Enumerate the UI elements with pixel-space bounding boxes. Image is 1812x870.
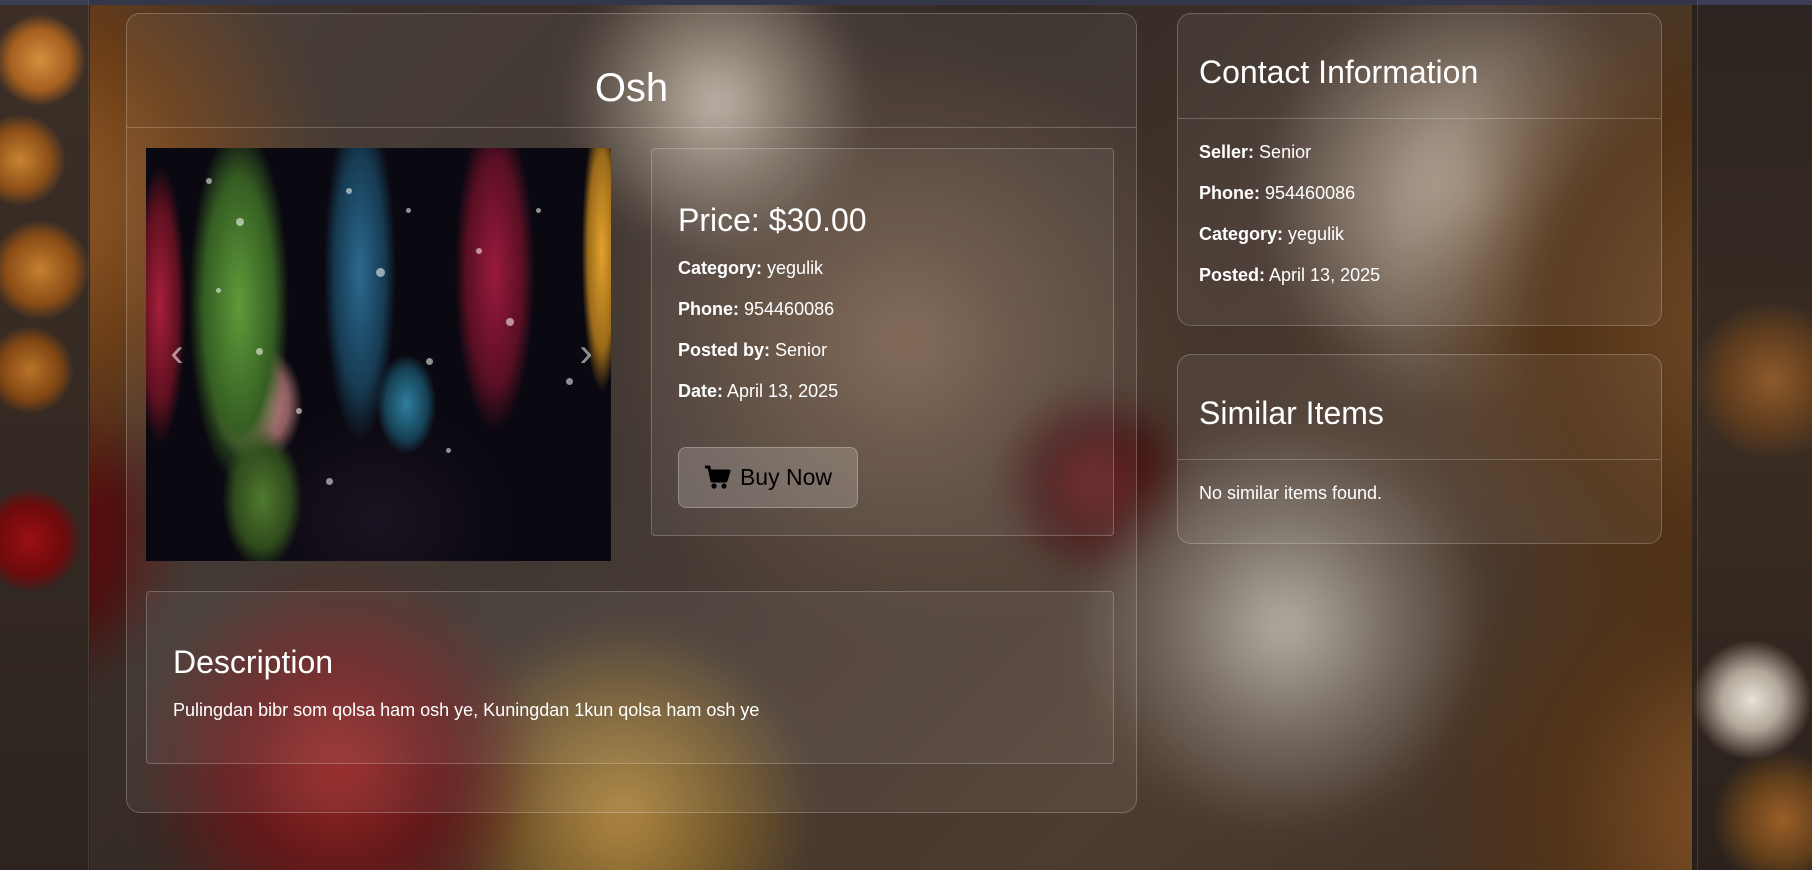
contact-category: Category: yegulik bbox=[1199, 224, 1344, 245]
product-title: Osh bbox=[594, 66, 669, 110]
similar-empty-text: No similar items found. bbox=[1199, 483, 1383, 503]
buy-now-label: Buy Now bbox=[739, 464, 833, 490]
carousel-prev-button[interactable]: ‹ bbox=[160, 330, 194, 375]
contact-label: Seller: bbox=[1199, 142, 1255, 162]
detail-value: Senior bbox=[775, 340, 828, 360]
chevron-left-icon: ‹ bbox=[170, 330, 184, 375]
similar-heading: Similar Items bbox=[1199, 395, 1384, 431]
chevron-right-icon: › bbox=[579, 330, 593, 375]
contact-value: 954460086 bbox=[1265, 183, 1356, 203]
contact-value: Senior bbox=[1259, 142, 1312, 162]
detail-label: Posted by: bbox=[678, 340, 771, 360]
detail-value: 954460086 bbox=[744, 299, 835, 319]
detail-value: April 13, 2025 bbox=[727, 381, 839, 401]
background-right-edge bbox=[1692, 0, 1812, 870]
similar-items-card: Similar Items No similar items found. bbox=[1177, 354, 1662, 544]
title-divider bbox=[127, 127, 1136, 128]
contact-seller: Seller: Senior bbox=[1199, 142, 1311, 163]
detail-label: Phone: bbox=[678, 299, 739, 319]
contact-label: Category: bbox=[1199, 224, 1284, 244]
description-text: Pulingdan bibr som qolsa ham osh ye, Kun… bbox=[173, 700, 760, 720]
shopping-cart-icon bbox=[704, 465, 731, 489]
contact-label: Posted: bbox=[1199, 265, 1266, 285]
contact-label: Phone: bbox=[1199, 183, 1260, 203]
product-price: Price: $30.00 bbox=[678, 202, 867, 238]
contact-posted: Posted: April 13, 2025 bbox=[1199, 265, 1380, 286]
buy-now-button[interactable]: Buy Now bbox=[678, 447, 858, 508]
detail-date: Date: April 13, 2025 bbox=[678, 381, 838, 402]
background-left-edge bbox=[0, 0, 90, 870]
contact-value: yegulik bbox=[1288, 224, 1345, 244]
product-info-box: Price: $30.00 Category: yegulik Phone: 9… bbox=[651, 148, 1114, 536]
product-image-carousel[interactable]: ‹ › bbox=[146, 148, 611, 561]
similar-divider bbox=[1178, 459, 1661, 460]
contact-phone: Phone: 954460086 bbox=[1199, 183, 1355, 204]
detail-value: yegulik bbox=[767, 258, 824, 278]
detail-phone: Phone: 954460086 bbox=[678, 299, 834, 320]
detail-posted-by: Posted by: Senior bbox=[678, 340, 827, 361]
description-box: Description Pulingdan bibr som qolsa ham… bbox=[146, 591, 1114, 764]
detail-label: Category: bbox=[678, 258, 763, 278]
carousel-next-button[interactable]: › bbox=[569, 330, 603, 375]
detail-label: Date: bbox=[678, 381, 724, 401]
contact-value: April 13, 2025 bbox=[1269, 265, 1381, 285]
product-image bbox=[146, 148, 611, 561]
detail-category: Category: yegulik bbox=[678, 258, 823, 279]
contact-heading: Contact Information bbox=[1199, 54, 1479, 90]
contact-card: Contact Information Seller: Senior Phone… bbox=[1177, 13, 1662, 326]
contact-divider bbox=[1178, 118, 1661, 119]
description-heading: Description bbox=[173, 644, 334, 680]
